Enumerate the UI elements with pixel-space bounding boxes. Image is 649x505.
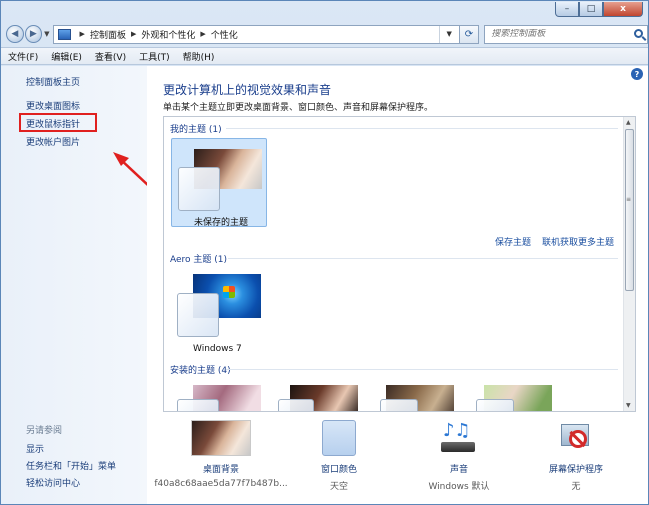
see-also-display[interactable]: 显示: [26, 442, 44, 455]
theme-installed-3[interactable]: [380, 379, 476, 411]
theme-label: Windows 7: [193, 344, 242, 354]
group-divider: [226, 369, 618, 370]
see-also-taskbar[interactable]: 任务栏和「开始」菜单: [26, 459, 116, 472]
theme-unsaved[interactable]: 未保存的主题: [171, 138, 267, 228]
control-panel-icon: [57, 28, 71, 40]
annotation-highlight-box: [19, 113, 97, 132]
window-glass-preview: [177, 293, 219, 337]
menu-edit[interactable]: 编辑(E): [51, 50, 82, 63]
refresh-button[interactable]: ⟳: [459, 24, 480, 44]
theme-installed-2[interactable]: [276, 379, 372, 411]
window-color-icon: [322, 420, 356, 456]
sound-value: Windows 默认: [428, 482, 490, 492]
sound-button[interactable]: ♪♫ 声音 Windows 默认: [404, 420, 514, 492]
back-arrow-icon: ◀: [11, 29, 19, 39]
sidebar-link-account-picture[interactable]: 更改帐户图片: [26, 135, 80, 148]
sound-label: 声音: [449, 465, 468, 475]
close-button[interactable]: x: [603, 2, 643, 17]
see-also-heading: 另请参阅: [26, 426, 63, 436]
window-glass-preview: [177, 399, 219, 411]
group-installed-themes: 安装的主题 (4): [170, 366, 231, 376]
scrollbar-thumb[interactable]: [625, 129, 634, 291]
chevron-right-icon[interactable]: ▶: [200, 30, 205, 38]
group-divider: [226, 128, 618, 129]
window-color-value: 天空: [329, 482, 348, 492]
personalization-window: – □ x ◀ ▶ ▼ ▶ 控制面板 ▶ 外观和个性化 ▶ 个性化 ▼ ⟳ 搜索…: [0, 0, 649, 505]
window-glass-preview: [380, 399, 418, 411]
chevron-right-icon[interactable]: ▶: [131, 30, 136, 38]
forward-arrow-icon: ▶: [29, 29, 37, 39]
save-theme-link[interactable]: 保存主题: [495, 235, 531, 248]
window-controls: – □ x: [555, 2, 643, 17]
desktop-background-icon: [191, 420, 251, 456]
main-content: ? 更改计算机上的视觉效果和声音 单击某个主题立即更改桌面背景、窗口颜色、声音和…: [147, 66, 648, 504]
page-title: 更改计算机上的视觉效果和声音: [163, 83, 332, 97]
scroll-up-icon[interactable]: ▲: [626, 119, 631, 126]
desktop-background-button[interactable]: 桌面背景 f40a8c68aae5da77f7b487b...: [154, 420, 288, 489]
forward-button[interactable]: ▶: [24, 25, 43, 43]
navigation-bar: ◀ ▶ ▼ ▶ 控制面板 ▶ 外观和个性化 ▶ 个性化 ▼ ⟳: [1, 23, 648, 45]
screensaver-label: 屏幕保护程序: [548, 465, 603, 475]
theme-list-scrollbar[interactable]: ▲ ≡ ▼: [623, 117, 635, 411]
refresh-icon: ⟳: [464, 28, 474, 40]
back-button[interactable]: ◀: [6, 25, 24, 43]
screensaver-icon: [557, 420, 595, 456]
theme-installed-1[interactable]: [171, 379, 267, 411]
group-divider: [228, 258, 618, 259]
window-glass-preview: [476, 399, 514, 411]
address-dropdown-button[interactable]: ▼: [438, 25, 459, 43]
sidebar-link-control-panel-home[interactable]: 控制面板主页: [26, 75, 80, 88]
screensaver-button[interactable]: 屏幕保护程序 无: [521, 420, 631, 492]
group-aero-themes: Aero 主题 (1): [170, 255, 228, 265]
theme-label: 未保存的主题: [194, 218, 249, 228]
scroll-down-icon[interactable]: ▼: [626, 402, 631, 409]
theme-installed-4[interactable]: [476, 379, 572, 411]
recent-pages-dropdown[interactable]: ▼: [44, 30, 49, 38]
chevron-right-icon[interactable]: ▶: [80, 30, 85, 38]
window-color-button[interactable]: 窗口颜色 天空: [284, 420, 394, 492]
menu-bar: 文件(F) 编辑(E) 查看(V) 工具(T) 帮助(H): [1, 47, 648, 65]
theme-list: 我的主题 (1) 未保存的主题 保存主题 联机获取更多主题 Aero 主题 (1…: [163, 116, 636, 412]
breadcrumb-control-panel[interactable]: 控制面板: [90, 28, 126, 41]
sound-icon: ♪♫: [439, 420, 479, 456]
breadcrumb-appearance[interactable]: 外观和个性化: [141, 28, 195, 41]
minimize-button[interactable]: –: [555, 2, 579, 17]
theme-settings-bar: 桌面背景 f40a8c68aae5da77f7b487b... 窗口颜色 天空 …: [147, 412, 648, 504]
search-box[interactable]: [484, 24, 648, 44]
search-icon[interactable]: [634, 28, 643, 38]
search-input[interactable]: [491, 29, 632, 39]
window-color-label: 窗口颜色: [320, 465, 357, 475]
group-my-themes: 我的主题 (1): [170, 125, 222, 135]
scrollbar-grip-icon: ≡: [626, 196, 632, 203]
menu-file[interactable]: 文件(F): [8, 50, 38, 63]
window-glass-preview: [278, 399, 314, 411]
screensaver-value: 无: [571, 482, 581, 492]
theme-windows7[interactable]: Windows 7: [171, 268, 267, 357]
address-bar[interactable]: ▶ 控制面板 ▶ 外观和个性化 ▶ 个性化 ▼: [52, 24, 460, 44]
window-glass-preview: [178, 167, 220, 211]
sidebar-link-desktop-icons[interactable]: 更改桌面图标: [26, 99, 80, 112]
breadcrumb-personalization[interactable]: 个性化: [211, 28, 238, 41]
task-pane: 控制面板主页 更改桌面图标 更改鼠标指针 更改帐户图片 另请参阅 显示 任务栏和…: [1, 66, 147, 504]
maximize-button[interactable]: □: [579, 2, 603, 17]
desktop-background-value: f40a8c68aae5da77f7b487b...: [154, 479, 288, 489]
page-subtitle: 单击某个主题立即更改桌面背景、窗口颜色、声音和屏幕保护程序。: [163, 103, 434, 113]
breadcrumb: ▶ 控制面板 ▶ 外观和个性化 ▶ 个性化: [75, 28, 238, 41]
windows-logo-icon: [223, 286, 235, 298]
see-also-ease-of-access[interactable]: 轻松访问中心: [26, 476, 80, 489]
get-more-themes-link[interactable]: 联机获取更多主题: [542, 235, 614, 248]
menu-view[interactable]: 查看(V): [95, 50, 126, 63]
help-icon[interactable]: ?: [631, 68, 643, 80]
desktop-background-label: 桌面背景: [202, 465, 239, 475]
menu-tools[interactable]: 工具(T): [139, 50, 170, 63]
menu-help[interactable]: 帮助(H): [183, 50, 215, 63]
